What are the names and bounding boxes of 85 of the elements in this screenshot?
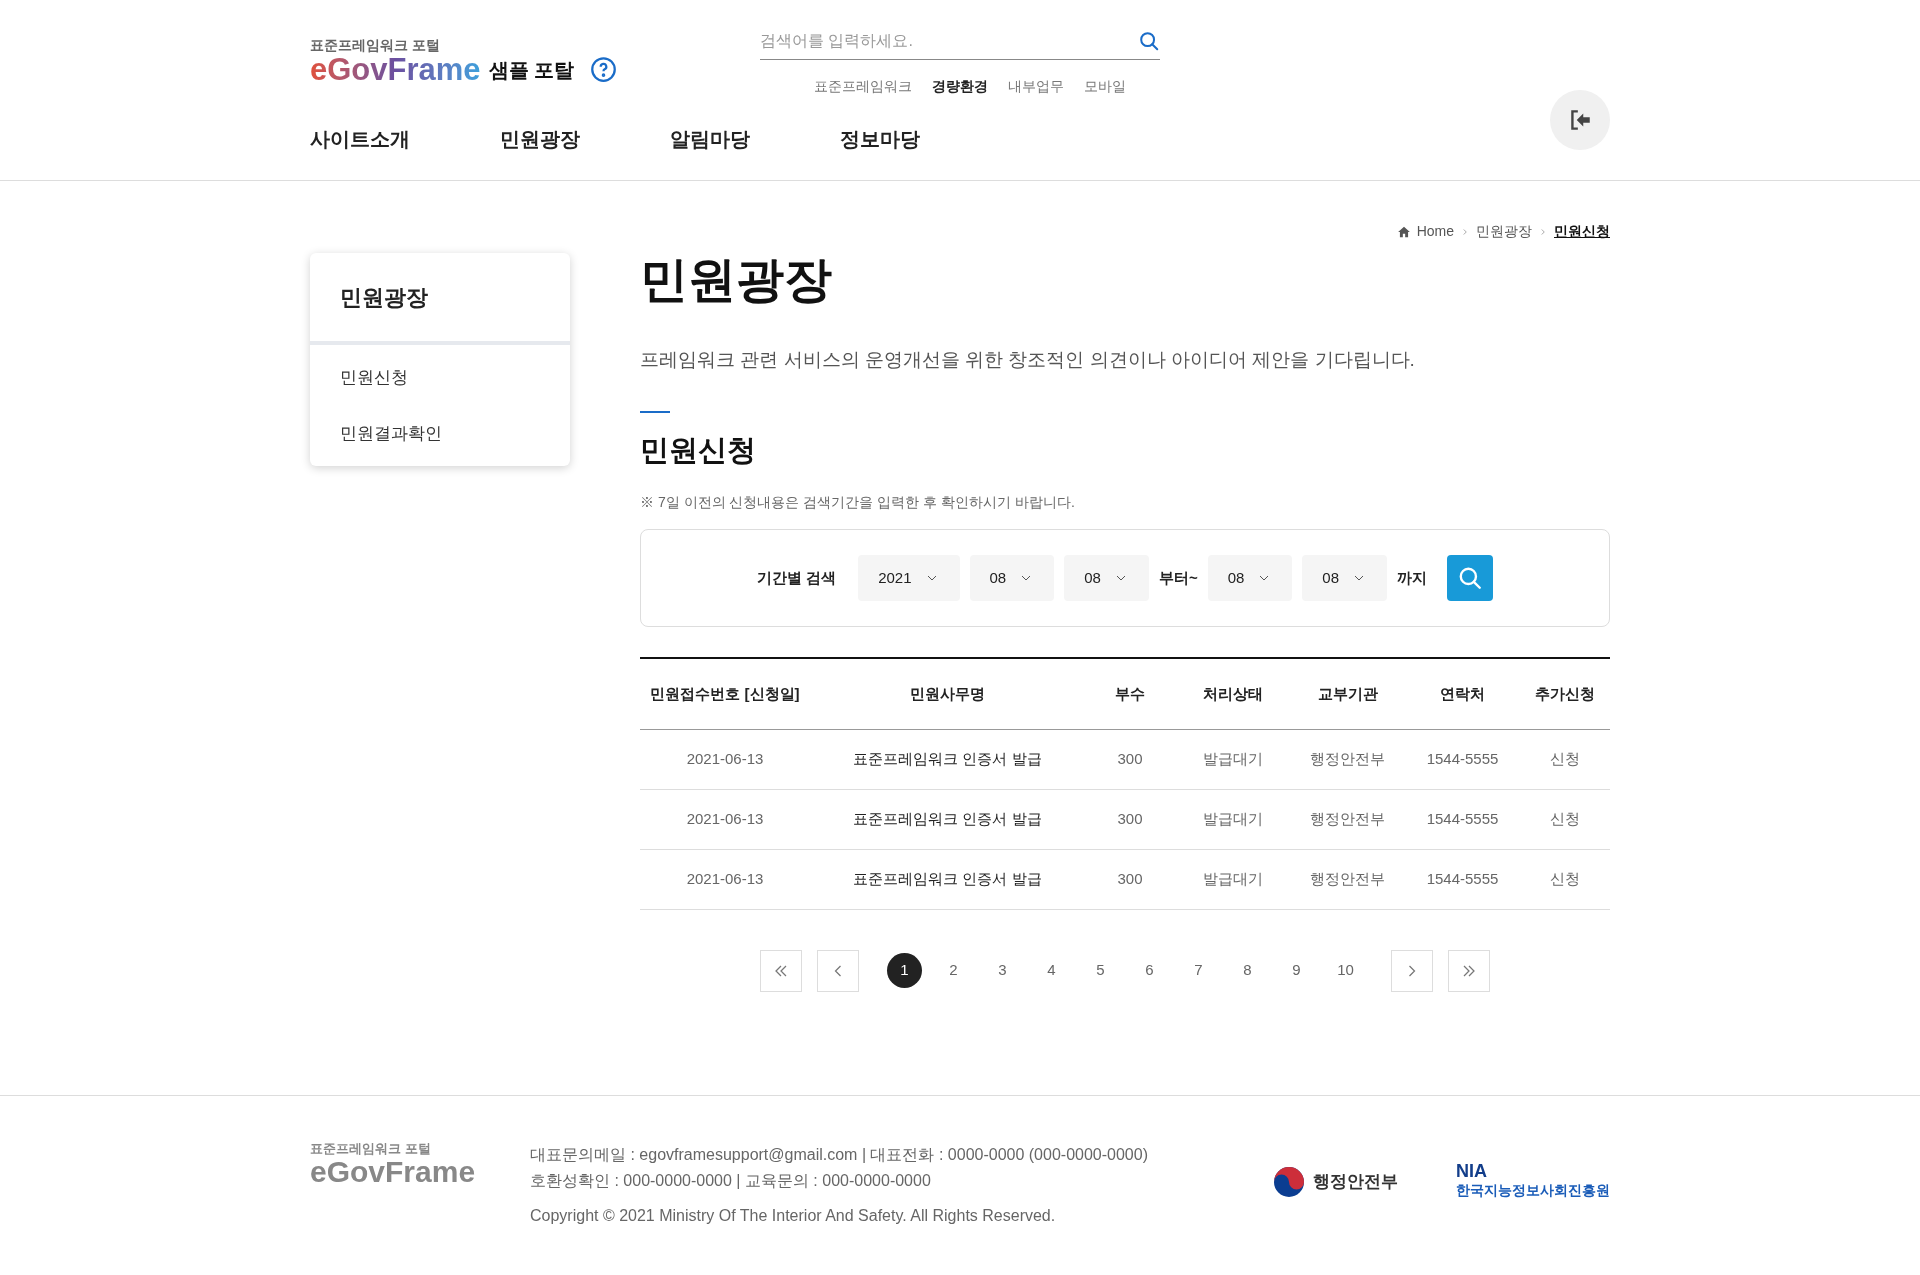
page-number[interactable]: 10 xyxy=(1328,953,1363,988)
filter-label: 기간별 검색 xyxy=(756,567,837,588)
table-cell: 2021-06-13 xyxy=(640,729,810,789)
quick-link[interactable]: 모바일 xyxy=(1084,76,1126,97)
page-number[interactable]: 9 xyxy=(1279,953,1314,988)
footer-contact-line: 대표문의메일 : egovframesupport@gmail.com | 대표전화 : 0000-0000 (000-0000-0000) xyxy=(530,1145,1149,1165)
column-header: 교부기관 xyxy=(1290,658,1405,729)
previous-page-button[interactable] xyxy=(817,949,859,992)
table-cell: 표준프레임워크 인증서 발급 xyxy=(810,789,1085,849)
table-cell: 1544-5555 xyxy=(1405,849,1520,909)
page-number[interactable]: 1 xyxy=(887,953,922,988)
table-cell: 행정안전부 xyxy=(1290,789,1405,849)
page-number[interactable]: 8 xyxy=(1230,953,1265,988)
date-select[interactable]: 08 xyxy=(1207,555,1293,601)
ministry-name: 행정안전부 xyxy=(1313,1170,1398,1193)
table-cell: 300 xyxy=(1085,849,1175,909)
footer-contact-line: 호환성확인 : 000-0000-0000 | 교육문의 : 000-0000-0000 xyxy=(530,1171,932,1191)
first-page-button[interactable] xyxy=(760,949,802,992)
date-select[interactable]: 08 xyxy=(1064,555,1149,601)
quick-link[interactable]: 경량환경 xyxy=(932,76,988,97)
date-select[interactable]: 08 xyxy=(1302,555,1388,601)
page-number[interactable]: 3 xyxy=(985,953,1020,988)
page-number[interactable]: 6 xyxy=(1132,953,1167,988)
logo-suffix: 샘플 포탈 xyxy=(488,57,575,83)
page-description: 프레임워크 관련 서비스의 운영개선을 위한 창조적인 의견이나 아이디어 제안을 기다립니다. xyxy=(640,348,1416,372)
footer-logo-brand: eGovFrame xyxy=(310,1157,477,1187)
nav-menu-item[interactable]: 정보마당 xyxy=(840,124,920,154)
table-cell: 표준프레임워크 인증서 발급 xyxy=(810,849,1085,909)
logo-subtitle: 표준프레임워크 포털 xyxy=(310,38,441,52)
column-header: 처리상태 xyxy=(1175,658,1290,729)
section-title: 민원신청 xyxy=(640,432,757,468)
range-label: 부터~ xyxy=(1158,567,1198,588)
copyright-text: Copyright © 2021 Ministry Of The Interior And Safety. All Rights Reserved. xyxy=(530,1206,1057,1226)
column-header: 연락처 xyxy=(1405,658,1520,729)
table-cell: 1544-5555 xyxy=(1405,729,1520,789)
search-field[interactable]: 검색어를 입력하세요. xyxy=(760,22,1160,60)
date-select[interactable]: 08 xyxy=(969,555,1055,601)
table-cell: 2021-06-13 xyxy=(640,849,810,909)
sidebar-link[interactable]: 민원신청 xyxy=(340,365,540,391)
sidebar-link[interactable]: 민원결과확인 xyxy=(340,420,540,446)
breadcrumb-link[interactable]: 민원광장 xyxy=(1476,221,1532,242)
column-header: 민원접수번호 [신청일] xyxy=(640,658,810,729)
home-icon xyxy=(1396,224,1411,239)
nia-name: 한국지능정보사회진흥원 xyxy=(1456,1181,1610,1200)
table-cell: 발급대기 xyxy=(1175,789,1290,849)
breadcrumb-link[interactable]: Home xyxy=(1416,221,1454,242)
nia-logo-text: NIA xyxy=(1456,1162,1488,1180)
nav-menu-item[interactable]: 민원광장 xyxy=(500,124,580,154)
search-icon xyxy=(1457,565,1484,591)
column-header: 추가신청 xyxy=(1520,658,1610,729)
search-icon xyxy=(1138,30,1160,52)
table-cell: 발급대기 xyxy=(1175,849,1290,909)
table-cell: 300 xyxy=(1085,789,1175,849)
table-cell: 2021-06-13 xyxy=(640,789,810,849)
nav-menu-item[interactable]: 사이트소개 xyxy=(310,124,410,154)
table-cell: 행정안전부 xyxy=(1290,849,1405,909)
page-number[interactable]: 4 xyxy=(1034,953,1069,988)
last-page-button[interactable] xyxy=(1448,949,1490,992)
nav-menu-item[interactable]: 알림마당 xyxy=(670,124,750,154)
column-header: 부수 xyxy=(1085,658,1175,729)
page-number[interactable]: 7 xyxy=(1181,953,1216,988)
table-cell: 1544-5555 xyxy=(1405,789,1520,849)
quick-link[interactable]: 표준프레임워크 xyxy=(814,76,912,97)
page-title: 민원광장 xyxy=(640,256,833,304)
notice-text: ※ 7일 이전의 신청내용은 검색기간을 입력한 후 확인하시기 바랍니다. xyxy=(640,493,1076,512)
sidebar-title: 민원광장 xyxy=(340,283,428,312)
table-cell: 신청 xyxy=(1520,849,1610,909)
help-icon[interactable] xyxy=(590,56,618,83)
search-button[interactable] xyxy=(1447,555,1494,601)
table-cell: 발급대기 xyxy=(1175,729,1290,789)
range-label: 까지 xyxy=(1397,567,1428,588)
breadcrumb-link[interactable]: 민원신청 xyxy=(1554,221,1610,242)
page-number[interactable]: 5 xyxy=(1083,953,1118,988)
table-cell: 신청 xyxy=(1520,729,1610,789)
next-page-button[interactable] xyxy=(1391,949,1433,992)
table-cell: 신청 xyxy=(1520,789,1610,849)
column-header: 민원사무명 xyxy=(810,658,1085,729)
table-cell: 표준프레임워크 인증서 발급 xyxy=(810,729,1085,789)
table-cell: 300 xyxy=(1085,729,1175,789)
quick-link[interactable]: 내부업무 xyxy=(1008,76,1064,97)
table-cell: 행정안전부 xyxy=(1290,729,1405,789)
emblem-icon xyxy=(1273,1165,1305,1198)
date-select[interactable]: 2021 xyxy=(858,555,960,601)
page-number[interactable]: 2 xyxy=(936,953,971,988)
footer-logo-subtitle: 표준프레임워크 포털 xyxy=(310,1142,432,1155)
